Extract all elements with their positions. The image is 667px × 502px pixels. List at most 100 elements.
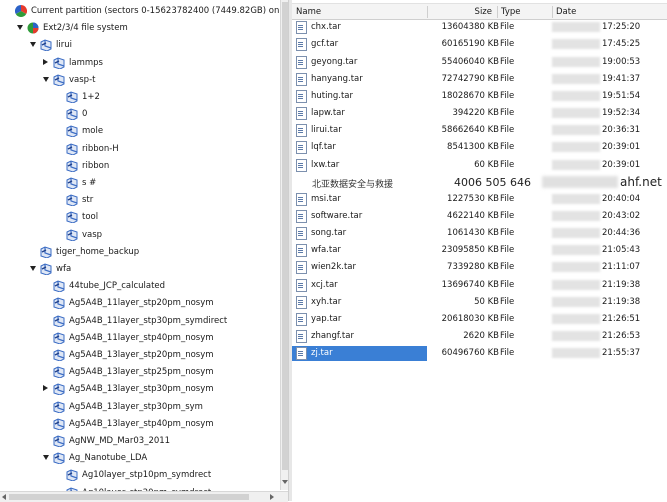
file-name-cell[interactable]: xyh.tar	[292, 295, 427, 310]
file-name-cell[interactable]: hanyang.tar	[292, 72, 427, 87]
tree-item[interactable]: Ext2/3/4 file system	[0, 20, 280, 37]
tree-item[interactable]: tool	[0, 209, 280, 226]
file-row[interactable]: lqf.tar 8541300 KB File 20:39:01	[292, 139, 667, 156]
file-row[interactable]: wfa.tar 23095850 KB File 21:05:43	[292, 242, 667, 259]
file-row[interactable]: huting.tar 18028670 KB File 19:51:54	[292, 88, 667, 105]
file-type: File	[500, 193, 515, 204]
folder-icon	[53, 280, 65, 293]
tree-item[interactable]: Ag5A4B_11layer_stp20pm_nosym	[0, 295, 280, 312]
tree-item[interactable]: lirui	[0, 37, 280, 54]
scroll-right-arrow-icon[interactable]	[270, 494, 274, 500]
file-name-cell[interactable]: lapw.tar	[292, 106, 427, 121]
tree-item-label: vasp	[82, 229, 103, 240]
column-header-size[interactable]: Size	[427, 6, 498, 18]
file-size: 1061430 KB	[447, 228, 499, 239]
expand-arrow-icon[interactable]	[43, 58, 48, 65]
column-header-type[interactable]: Type	[497, 6, 553, 18]
tree-item[interactable]: Ag5A4B_13layer_stp25pm_nosym	[0, 364, 280, 381]
tree-item[interactable]: Ag5A4B_13layer_stp30pm_nosym	[0, 381, 280, 398]
file-name-cell[interactable]: msi.tar	[292, 192, 427, 207]
file-name-cell[interactable]: xcj.tar	[292, 278, 427, 293]
tree-item[interactable]: ribbon-H	[0, 141, 280, 158]
tree-item[interactable]: vasp	[0, 227, 280, 244]
file-name-cell[interactable]: chx.tar	[292, 20, 427, 35]
tree-item[interactable]: Current partition (sectors 0-15623782400…	[0, 3, 280, 20]
file-type: File	[500, 73, 515, 84]
file-name-cell[interactable]: song.tar	[292, 226, 427, 241]
collapse-arrow-icon[interactable]	[30, 42, 36, 48]
tree-item[interactable]: str	[0, 192, 280, 209]
tree-item[interactable]: Ag5A4B_13layer_stp30pm_sym	[0, 399, 280, 416]
collapse-arrow-icon[interactable]	[43, 455, 49, 461]
scroll-left-arrow-icon[interactable]	[2, 494, 6, 500]
file-name-cell[interactable]: wfa.tar	[292, 243, 427, 258]
folder-tree-pane[interactable]: Current partition (sectors 0-15623782400…	[0, 0, 280, 501]
tree-item[interactable]: ribbon	[0, 158, 280, 175]
column-header-date[interactable]: Date	[552, 6, 666, 18]
file-row[interactable]: gcf.tar 60165190 KB File 17:45:25	[292, 36, 667, 53]
tree-item[interactable]: AgNW_MD_Mar03_2011	[0, 433, 280, 450]
file-type: File	[500, 39, 515, 50]
tree-item[interactable]: Ag5A4B_11layer_stp30pm_symdirect	[0, 313, 280, 330]
document-icon	[296, 89, 307, 103]
file-list-pane[interactable]: Name Size Type Date chx.tar 13604380 KB Fi…	[292, 0, 667, 501]
tree-horizontal-scrollbar[interactable]	[0, 491, 288, 502]
file-row[interactable]: xyh.tar 50 KB File 21:19:38	[292, 294, 667, 311]
file-row[interactable]: xcj.tar 13696740 KB File 21:19:38	[292, 277, 667, 294]
file-name-cell[interactable]: lirui.tar	[292, 123, 427, 138]
tree-item[interactable]: Ag5A4B_13layer_stp20pm_nosym	[0, 347, 280, 364]
collapse-arrow-icon[interactable]	[30, 266, 36, 271]
file-name-cell[interactable]: zhangf.tar	[292, 329, 427, 344]
tree-item[interactable]: lammps	[0, 55, 280, 72]
collapse-arrow-icon[interactable]	[43, 76, 49, 82]
file-date-blurred	[552, 228, 600, 239]
file-time: 21:26:53	[602, 331, 641, 341]
file-row[interactable]: msi.tar 1227530 KB File 20:40:04	[292, 191, 667, 208]
file-row[interactable]: chx.tar 13604380 KB File 17:25:20	[292, 19, 667, 36]
file-row[interactable]: yap.tar 20618030 KB File 21:26:51	[292, 311, 667, 328]
file-row[interactable]: hanyang.tar 72742790 KB File 19:41:37	[292, 71, 667, 88]
tree-item[interactable]: 44tube_JCP_calculated	[0, 278, 280, 295]
file-row[interactable]: software.tar 4622140 KB File 20:43:02	[292, 208, 667, 225]
file-time: 21:11:07	[602, 262, 641, 273]
tree-item[interactable]: tiger_home_backup	[0, 244, 280, 261]
file-row[interactable]: lirui.tar 58662640 KB File 20:36:31	[292, 122, 667, 139]
file-name-cell[interactable]: zj.tar	[292, 346, 427, 362]
file-type: File	[500, 90, 515, 101]
file-row[interactable]: lxw.tar 60 KB File 20:39:01	[292, 157, 667, 174]
file-time: 19:41:37	[602, 73, 641, 84]
file-row[interactable]: zj.tar 60496760 KB File 21:55:37	[292, 345, 667, 362]
tree-item[interactable]: 0	[0, 106, 280, 123]
file-name-cell[interactable]: yap.tar	[292, 312, 427, 327]
tree-item[interactable]: Ag5A4B_11layer_stp40pm_nosym	[0, 330, 280, 347]
file-name-cell[interactable]: huting.tar	[292, 89, 427, 104]
tree-item[interactable]: Ag10layer_stp10pm_symdrect	[0, 467, 280, 484]
tree-item[interactable]: Ag5A4B_13layer_stp40pm_nosym	[0, 416, 280, 433]
file-name-cell[interactable]: lqf.tar	[292, 140, 427, 155]
expand-arrow-icon[interactable]	[43, 385, 48, 392]
file-row[interactable]: geyong.tar 55406040 KB File 19:00:53	[292, 54, 667, 71]
tree-item[interactable]: s #	[0, 175, 280, 192]
file-name-cell[interactable]: wien2k.tar	[292, 260, 427, 275]
file-row[interactable]: zhangf.tar 2620 KB File 21:26:53	[292, 328, 667, 345]
tree-item-label: str	[82, 195, 94, 206]
tree-item[interactable]: vasp-t	[0, 72, 280, 89]
file-name-cell[interactable]: software.tar	[292, 209, 427, 224]
file-row[interactable]: lapw.tar 394220 KB File 19:52:34	[292, 105, 667, 122]
tree-item[interactable]: wfa	[0, 261, 280, 278]
file-row[interactable]: song.tar 1061430 KB File 20:44:36	[292, 225, 667, 242]
column-header-bar: Name Size Type Date	[292, 3, 667, 20]
file-row[interactable]: wien2k.tar 7339280 KB File 21:11:07	[292, 259, 667, 276]
file-name-cell[interactable]: gcf.tar	[292, 37, 427, 52]
tree-item-label: vasp-t	[69, 74, 96, 85]
column-header-name[interactable]: Name	[292, 6, 428, 18]
file-name-cell[interactable]: lxw.tar	[292, 158, 427, 173]
file-type: File	[500, 331, 515, 341]
tree-item[interactable]: Ag_Nanotube_LDA	[0, 450, 280, 467]
file-name-cell[interactable]: geyong.tar	[292, 55, 427, 70]
collapse-arrow-icon[interactable]	[17, 25, 23, 31]
tree-item[interactable]: 1+2	[0, 89, 280, 106]
tree-item[interactable]: mole	[0, 123, 280, 140]
file-type: File	[500, 56, 515, 67]
tree-horizontal-scroll-thumb[interactable]	[9, 494, 249, 500]
